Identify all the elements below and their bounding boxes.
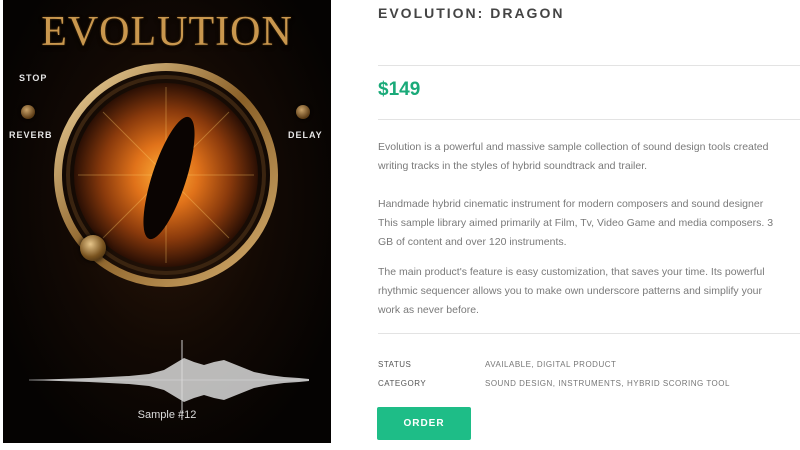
divider [378, 333, 800, 334]
status-value: AVAILABLE, DIGITAL PRODUCT [485, 360, 617, 369]
waveform-display [29, 340, 309, 420]
stop-label: STOP [19, 73, 48, 83]
divider [378, 65, 800, 66]
gem-pendant [80, 235, 106, 261]
description-line: writing tracks in the styles of hybrid s… [378, 160, 648, 172]
sample-label: Sample #12 [137, 409, 197, 421]
delay-knob [296, 105, 310, 119]
description-line: This sample library aimed primarily at F… [378, 217, 774, 229]
description-line: The main product's feature is easy custo… [378, 266, 765, 278]
divider [378, 119, 800, 120]
status-label: STATUS [378, 360, 412, 369]
product-title: EVOLUTION: DRAGON [378, 5, 565, 21]
reverb-label: REVERB [9, 130, 53, 140]
description-line: Handmade hybrid cinematic instrument for… [378, 198, 764, 210]
product-image[interactable]: EVOLUTION STOP REVERB DELAY Sample #12 [3, 0, 331, 443]
description-paragraph: Evolution is a powerful and massive samp… [378, 138, 800, 176]
reverb-knob [21, 105, 35, 119]
description-line: work as never before. [378, 304, 479, 316]
price: $149 [378, 79, 421, 100]
order-button[interactable]: ORDER [377, 407, 471, 440]
description-paragraph: The main product's feature is easy custo… [378, 263, 800, 320]
description-line: rhythmic sequencer allows you to make ow… [378, 285, 763, 297]
description-line: GB of content and over 120 instruments. [378, 236, 567, 248]
delay-label: DELAY [288, 130, 323, 140]
description-line: Evolution is a powerful and massive samp… [378, 141, 769, 153]
description-paragraph: Handmade hybrid cinematic instrument for… [378, 195, 800, 252]
category-value: SOUND DESIGN, INSTRUMENTS, HYBRID SCORIN… [485, 379, 730, 388]
category-label: CATEGORY [378, 379, 427, 388]
brand-logo: EVOLUTION [41, 9, 293, 55]
